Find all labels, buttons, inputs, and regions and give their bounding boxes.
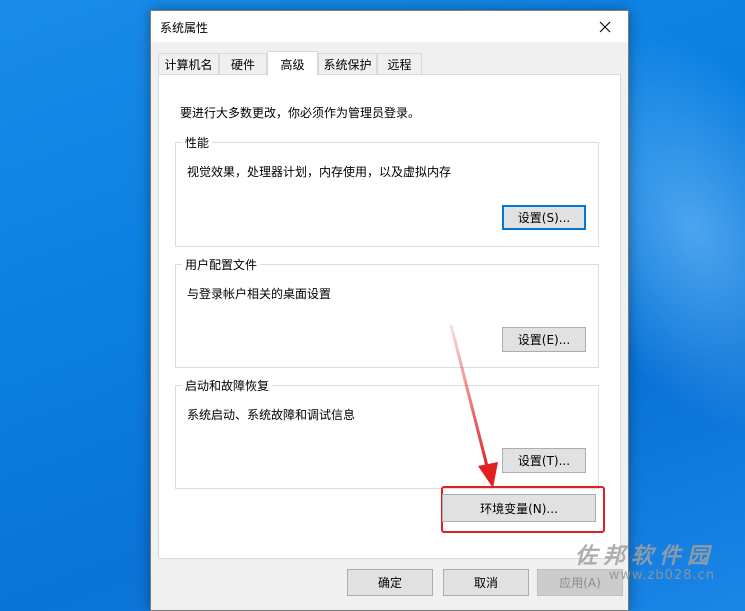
- startup-recovery-label: 启动和故障恢复: [182, 377, 273, 394]
- startup-recovery-description: 系统启动、系统故障和调试信息: [187, 408, 356, 422]
- cancel-button[interactable]: 取消: [443, 569, 529, 596]
- admin-note: 要进行大多数更改，你必须作为管理员登录。: [180, 106, 421, 120]
- watermark-url: www.zb028.cn: [608, 568, 716, 583]
- watermark: 佐邦软件园 www.zb028.cn: [575, 538, 715, 583]
- startup-recovery-settings-button[interactable]: 设置(T)...: [502, 448, 586, 473]
- user-profiles-settings-button[interactable]: 设置(E)...: [502, 327, 586, 352]
- tab-computer-name[interactable]: 计算机名: [158, 53, 219, 75]
- performance-label: 性能: [182, 134, 213, 151]
- window-title: 系统属性: [160, 21, 209, 35]
- close-button[interactable]: [582, 11, 628, 42]
- user-profiles-group: 用户配置文件 与登录帐户相关的桌面设置 设置(E)...: [175, 256, 599, 368]
- performance-description: 视觉效果，处理器计划，内存使用，以及虚拟内存: [187, 165, 452, 179]
- watermark-name: 佐邦软件园: [575, 544, 716, 569]
- ok-button[interactable]: 确定: [347, 569, 433, 596]
- title-bar[interactable]: 系统属性: [151, 11, 628, 42]
- startup-recovery-group: 启动和故障恢复 系统启动、系统故障和调试信息 设置(T)...: [175, 377, 599, 489]
- tab-system-protection[interactable]: 系统保护: [318, 53, 377, 75]
- system-properties-dialog: 系统属性 计算机名 硬件 高级 系统保护 远程 要进行大多数更改，你必须作为管理…: [150, 10, 629, 611]
- environment-variables-button[interactable]: 环境变量(N)...: [442, 494, 596, 522]
- tab-hardware[interactable]: 硬件: [219, 53, 267, 75]
- user-profiles-label: 用户配置文件: [182, 256, 261, 273]
- tab-advanced[interactable]: 高级: [267, 51, 318, 76]
- performance-group: 性能 视觉效果，处理器计划，内存使用，以及虚拟内存 设置(S)...: [175, 134, 599, 247]
- tab-remote[interactable]: 远程: [377, 53, 422, 75]
- close-icon: [599, 21, 611, 32]
- user-profiles-description: 与登录帐户相关的桌面设置: [187, 287, 332, 301]
- performance-settings-button[interactable]: 设置(S)...: [502, 205, 586, 230]
